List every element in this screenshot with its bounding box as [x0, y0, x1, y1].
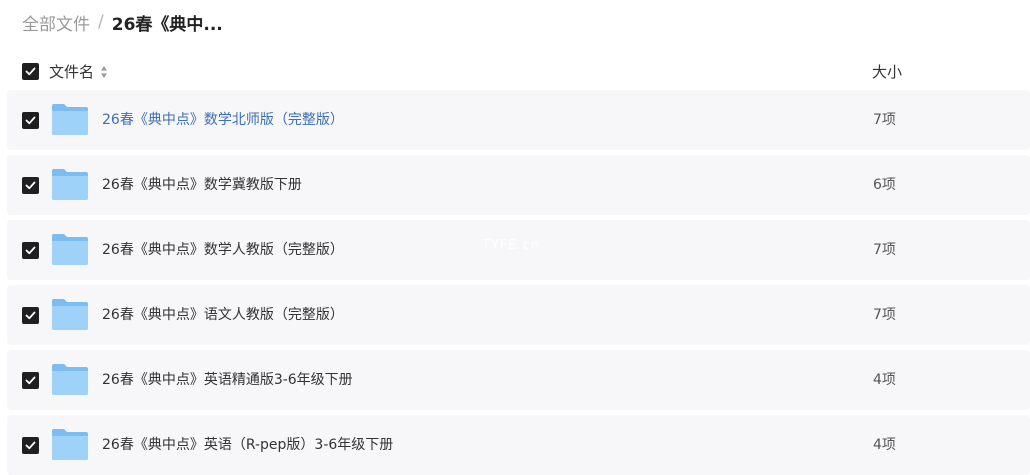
row-checkbox[interactable] — [22, 177, 39, 194]
select-all-checkbox[interactable] — [22, 63, 39, 80]
file-name-link[interactable]: 26春《典中点》数学冀教版下册 — [102, 174, 302, 194]
file-size: 4项 — [873, 372, 896, 388]
file-size: 4项 — [873, 437, 896, 453]
file-size: 7项 — [873, 307, 896, 323]
file-name-link[interactable]: 26春《典中点》英语（R-pep版）3-6年级下册 — [102, 434, 393, 454]
row-checkbox[interactable] — [22, 112, 39, 129]
file-list-header: 文件名 大小 — [0, 56, 1030, 88]
row-checkbox[interactable] — [22, 437, 39, 454]
row-checkbox[interactable] — [22, 372, 39, 389]
file-name-link[interactable]: 26春《典中点》数学人教版（完整版） — [102, 239, 344, 259]
sort-icon[interactable] — [100, 65, 108, 79]
check-icon — [25, 311, 36, 320]
column-header-name[interactable]: 文件名 — [49, 61, 108, 82]
file-name-link[interactable]: 26春《典中点》语文人教版（完整版） — [102, 304, 344, 324]
breadcrumb: 全部文件 / 26春《典中... — [22, 10, 223, 35]
breadcrumb-root-link[interactable]: 全部文件 — [22, 10, 90, 35]
check-icon — [25, 441, 36, 450]
file-row[interactable]: 26春《典中点》英语精通版3-6年级下册 4项 — [7, 350, 1030, 410]
folder-icon — [52, 104, 88, 135]
column-header-name-label: 文件名 — [49, 63, 95, 81]
check-icon — [25, 116, 36, 125]
file-row[interactable]: 26春《典中点》英语（R-pep版）3-6年级下册 4项 — [7, 415, 1030, 475]
breadcrumb-separator: / — [98, 12, 104, 32]
check-icon — [25, 246, 36, 255]
file-size: 7项 — [873, 242, 896, 258]
check-icon — [25, 67, 36, 76]
file-row[interactable]: 26春《典中点》语文人教版（完整版） 7项 — [7, 285, 1030, 345]
watermark: TYFE.cn — [482, 238, 541, 253]
file-row[interactable]: 26春《典中点》数学北师版（完整版） 7项 — [7, 90, 1030, 150]
row-checkbox[interactable] — [22, 242, 39, 259]
check-icon — [25, 181, 36, 190]
file-size: 7项 — [873, 112, 896, 128]
file-row[interactable]: 26春《典中点》数学冀教版下册 6项 — [7, 155, 1030, 215]
file-size: 6项 — [873, 177, 896, 193]
breadcrumb-current: 26春《典中... — [111, 14, 223, 35]
row-checkbox[interactable] — [22, 307, 39, 324]
folder-icon — [52, 234, 88, 265]
file-name-link[interactable]: 26春《典中点》数学北师版（完整版） — [102, 109, 344, 129]
folder-icon — [52, 364, 88, 395]
folder-icon — [52, 299, 88, 330]
column-header-size[interactable]: 大小 — [872, 61, 902, 82]
folder-icon — [52, 169, 88, 200]
file-name-link[interactable]: 26春《典中点》英语精通版3-6年级下册 — [102, 369, 353, 389]
folder-icon — [52, 429, 88, 460]
check-icon — [25, 376, 36, 385]
